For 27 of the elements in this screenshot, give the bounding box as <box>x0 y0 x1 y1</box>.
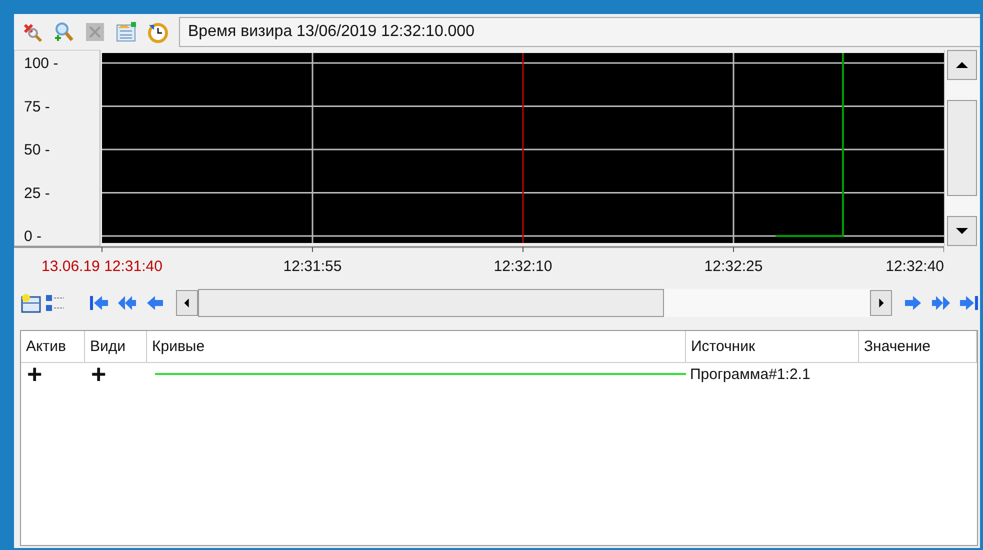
source-cell: Программа#1:2.1 <box>690 366 810 382</box>
clock-icon[interactable] <box>146 21 168 43</box>
y-axis-label: 0 - <box>24 228 42 245</box>
column-header[interactable]: Источник <box>686 331 859 363</box>
settings-icon[interactable] <box>115 21 137 43</box>
zoom-icon[interactable] <box>53 21 75 43</box>
add-curve-icon[interactable] <box>20 292 42 314</box>
y-axis-label: 25 - <box>24 184 50 202</box>
column-header[interactable]: Значение <box>859 331 977 363</box>
time-label: 12:32:10 <box>494 258 552 275</box>
y-axis-label: 75 - <box>24 98 50 116</box>
time-label: 12:31:55 <box>283 258 342 275</box>
visor-time-field[interactable]: Время визира 13/06/2019 12:32:10.000 <box>179 17 980 47</box>
column-header[interactable]: Кривые <box>147 331 686 363</box>
y-axis-label: 100 - <box>24 55 58 72</box>
y-axis-label: 50 - <box>24 142 50 158</box>
active-mark: + <box>27 364 42 384</box>
time-label: 13.06.19 12:31:40 <box>42 258 162 275</box>
column-header[interactable]: Види <box>85 331 147 363</box>
curve-list-icon[interactable] <box>44 292 66 314</box>
horizontal-scrollbar[interactable] <box>176 289 892 317</box>
vertical-scrollbar[interactable] <box>944 50 979 246</box>
column-header[interactable]: Актив <box>21 331 85 363</box>
time-label: 12:32:25 <box>704 258 763 275</box>
time-label: 12:32:40 <box>886 258 944 275</box>
clear-cursor-icon[interactable] <box>22 21 44 43</box>
visible-mark: + <box>91 364 106 384</box>
